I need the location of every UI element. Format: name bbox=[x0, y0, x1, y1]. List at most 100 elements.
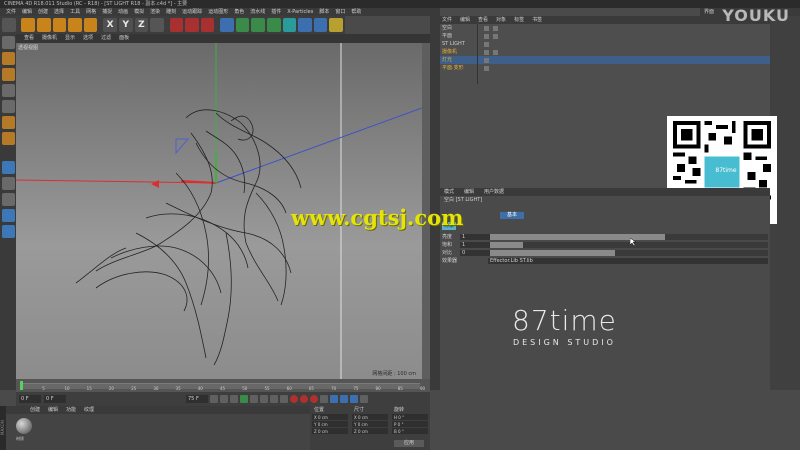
tag-icon[interactable] bbox=[493, 49, 498, 55]
timeline-menu-icon[interactable] bbox=[360, 395, 368, 403]
menu-render[interactable]: 渲染 bbox=[150, 9, 160, 15]
render-picture-viewer-icon[interactable] bbox=[185, 18, 199, 32]
viewport-menu-panel[interactable]: 面板 bbox=[119, 35, 129, 41]
prev-frame-icon[interactable] bbox=[230, 395, 238, 403]
record-icon[interactable] bbox=[290, 395, 298, 403]
coord-field[interactable]: P 0 ° bbox=[392, 421, 428, 427]
workplane-icon[interactable] bbox=[2, 84, 15, 97]
select-tool-icon[interactable] bbox=[21, 18, 36, 32]
coord-system-icon[interactable] bbox=[150, 18, 164, 32]
menu-animate[interactable]: 动画 bbox=[118, 9, 128, 15]
menu-snap[interactable]: 捕捉 bbox=[102, 9, 112, 15]
cube-icon[interactable] bbox=[220, 18, 234, 32]
key-scale-icon[interactable] bbox=[330, 395, 338, 403]
coord-field[interactable]: X 0 cm bbox=[352, 414, 388, 420]
coord-field[interactable]: X 0 cm bbox=[312, 414, 348, 420]
menu-edit[interactable]: 编辑 bbox=[22, 9, 32, 15]
om-menu-tags[interactable]: 标签 bbox=[514, 17, 524, 23]
keyframe-selection-icon[interactable] bbox=[310, 395, 318, 403]
timeline[interactable]: 051015202530354045505560657075808590 bbox=[16, 379, 430, 392]
visibility-dot-icon[interactable] bbox=[484, 57, 489, 63]
apply-button[interactable]: 应用 bbox=[394, 440, 424, 447]
property-value-field[interactable]: 1 bbox=[460, 242, 490, 248]
om-menu-objects[interactable]: 对象 bbox=[496, 17, 506, 23]
autokey-icon[interactable] bbox=[300, 395, 308, 403]
om-menu-view[interactable]: 查看 bbox=[478, 17, 488, 23]
spline-pen-icon[interactable] bbox=[235, 18, 250, 32]
attr-tab-mode[interactable]: 模式 bbox=[444, 189, 454, 195]
attr-tab-edit[interactable]: 编辑 bbox=[464, 189, 474, 195]
visibility-dot-icon[interactable] bbox=[484, 41, 489, 47]
axis-mode-icon[interactable] bbox=[2, 161, 15, 174]
playhead-marker[interactable] bbox=[20, 381, 23, 390]
transform-tool-icon[interactable] bbox=[83, 18, 98, 32]
play-icon[interactable] bbox=[240, 395, 248, 403]
right-tab-strip[interactable] bbox=[430, 8, 440, 390]
axis-y-button[interactable]: Y bbox=[118, 18, 133, 32]
deformer-icon[interactable] bbox=[282, 18, 297, 32]
visibility-dot-icon[interactable] bbox=[484, 65, 489, 71]
object-row[interactable]: 空白 bbox=[440, 24, 770, 32]
coord-field[interactable]: Y 0 cm bbox=[312, 421, 348, 427]
floor-icon[interactable] bbox=[298, 18, 312, 32]
viewport-menu-filter[interactable]: 过滤 bbox=[101, 35, 111, 41]
go-to-start-icon[interactable] bbox=[210, 395, 218, 403]
menu-pipeline[interactable]: 流水线 bbox=[250, 9, 265, 15]
key-rotation-icon[interactable] bbox=[340, 395, 348, 403]
property-value-field[interactable]: 1 bbox=[460, 234, 490, 240]
menu-xparticles[interactable]: X-Particles bbox=[287, 9, 313, 15]
property-slider[interactable] bbox=[490, 250, 768, 256]
model-mode-icon[interactable] bbox=[2, 52, 15, 65]
render-view-icon[interactable] bbox=[169, 18, 184, 32]
object-row[interactable]: 平面 bbox=[440, 32, 770, 40]
render-settings-icon[interactable] bbox=[200, 18, 215, 32]
viewport-menu-options[interactable]: 选项 bbox=[83, 35, 93, 41]
mat-menu-texture[interactable]: 纹理 bbox=[84, 407, 94, 413]
attr-tab-userdata[interactable]: 用户数据 bbox=[484, 189, 504, 195]
menu-tools[interactable]: 工具 bbox=[70, 9, 80, 15]
edges-mode-icon[interactable] bbox=[2, 116, 15, 129]
coord-field[interactable]: Y 0 cm bbox=[352, 421, 388, 427]
object-row[interactable]: ST LIGHT bbox=[440, 40, 770, 48]
make-editable-icon[interactable] bbox=[2, 36, 15, 49]
mat-menu-edit[interactable]: 编辑 bbox=[48, 407, 58, 413]
workplane-lock-icon[interactable] bbox=[2, 209, 15, 222]
menu-tracking[interactable]: 运动跟踪 bbox=[182, 9, 202, 15]
menu-plugins[interactable]: 插件 bbox=[271, 9, 281, 15]
menu-script[interactable]: 脚本 bbox=[319, 9, 329, 15]
key-position-icon[interactable] bbox=[320, 395, 328, 403]
polygons-mode-icon[interactable] bbox=[2, 132, 15, 145]
end-frame-field[interactable]: 75 F bbox=[186, 395, 208, 403]
om-menu-file[interactable]: 文件 bbox=[442, 17, 452, 23]
rotate-tool-icon[interactable] bbox=[68, 18, 82, 32]
array-icon[interactable] bbox=[267, 18, 281, 32]
visibility-dot-icon[interactable] bbox=[484, 25, 489, 31]
coord-field[interactable]: B 0 ° bbox=[392, 428, 428, 434]
scale-tool-icon[interactable] bbox=[52, 18, 67, 32]
camera-icon[interactable] bbox=[313, 18, 328, 32]
coord-field[interactable]: Z 0 cm bbox=[312, 428, 348, 434]
object-row[interactable]: 平面.变形 bbox=[440, 64, 770, 72]
mat-menu-create[interactable]: 创建 bbox=[30, 407, 40, 413]
loop-icon[interactable] bbox=[280, 395, 288, 403]
tag-icon[interactable] bbox=[493, 25, 498, 31]
tag-icon[interactable] bbox=[493, 33, 498, 39]
menu-window[interactable]: 窗口 bbox=[335, 9, 345, 15]
viewport-menu-view[interactable]: 查看 bbox=[24, 35, 34, 41]
menu-select[interactable]: 选择 bbox=[54, 9, 64, 15]
property-slider[interactable] bbox=[490, 234, 768, 240]
mat-menu-function[interactable]: 功能 bbox=[66, 407, 76, 413]
menu-simulate[interactable]: 模拟 bbox=[134, 9, 144, 15]
menu-mesh[interactable]: 网格 bbox=[86, 9, 96, 15]
basic-tab[interactable]: 基本 bbox=[500, 212, 524, 219]
column-divider[interactable] bbox=[477, 24, 478, 84]
grid-icon[interactable] bbox=[2, 225, 15, 238]
move-tool-icon[interactable] bbox=[37, 18, 51, 32]
menu-create[interactable]: 创建 bbox=[38, 9, 48, 15]
effector-link-field[interactable]: Effector.Lib ST.lib bbox=[488, 258, 768, 264]
coord-field[interactable]: Z 0 cm bbox=[352, 428, 388, 434]
current-frame-field[interactable]: 0 F bbox=[19, 395, 41, 403]
visibility-dot-icon[interactable] bbox=[484, 33, 489, 39]
viewport-menu-display[interactable]: 显示 bbox=[65, 35, 75, 41]
texture-mode-icon[interactable] bbox=[2, 68, 15, 81]
